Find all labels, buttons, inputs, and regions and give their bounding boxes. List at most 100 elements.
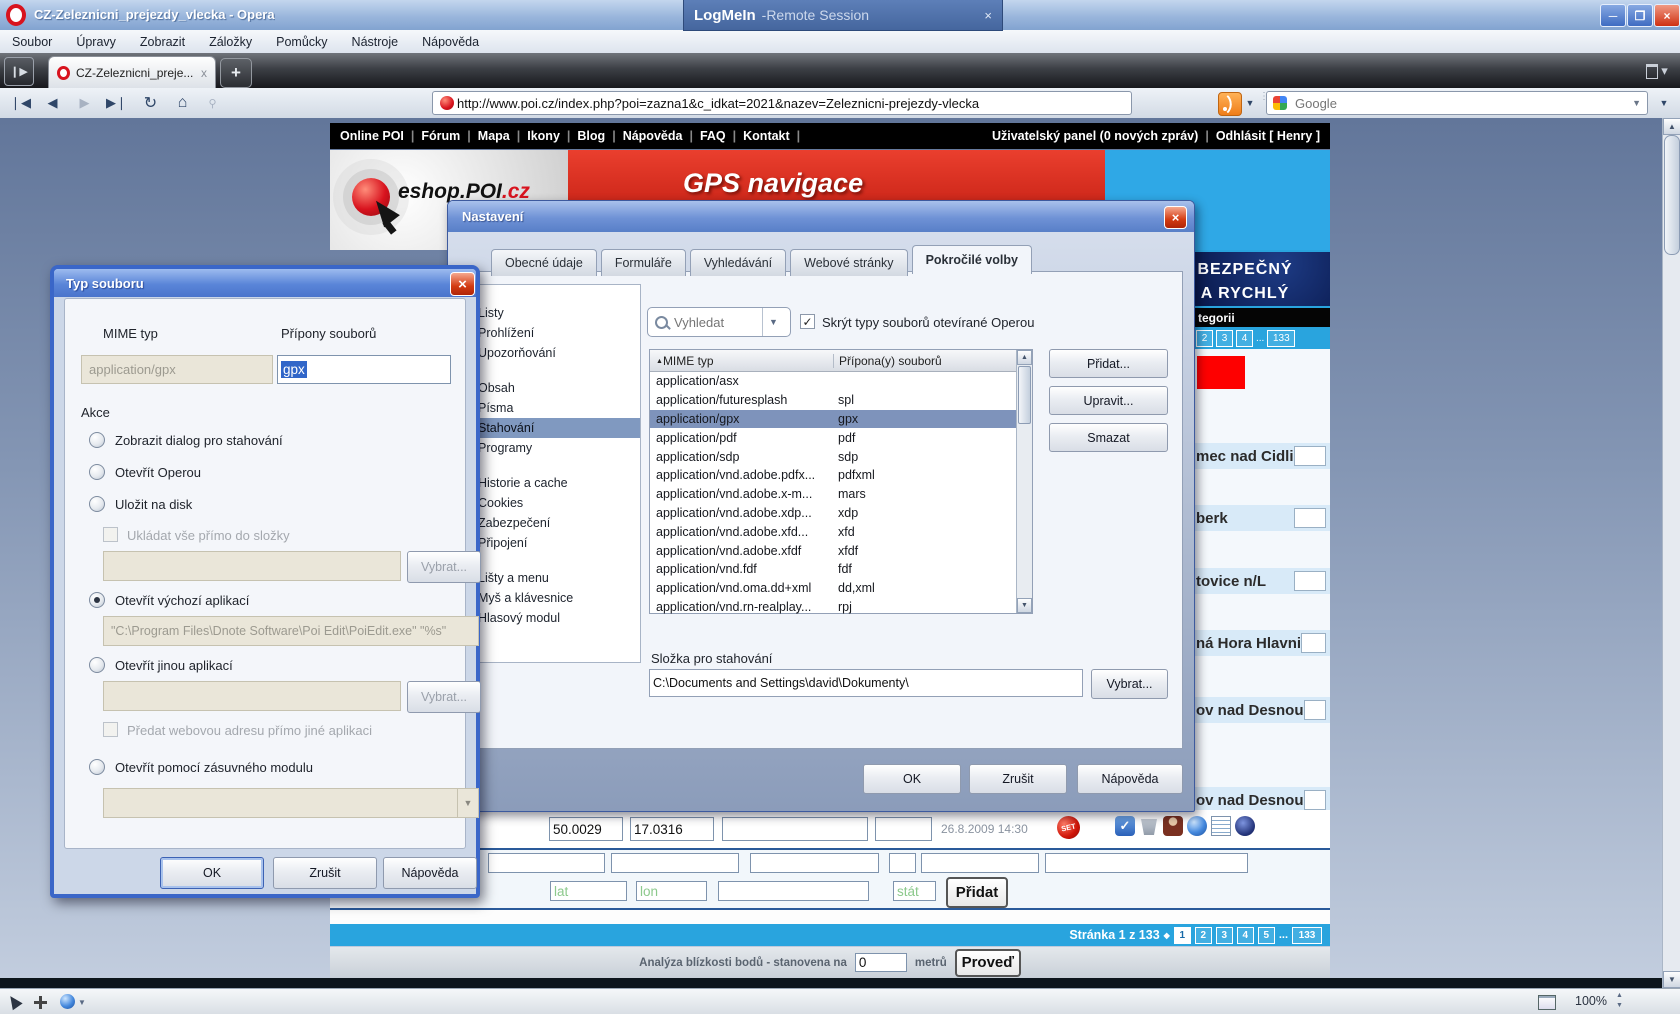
- napoveda-button[interactable]: Nápověda: [1077, 764, 1183, 794]
- page-link[interactable]: 3: [1216, 927, 1233, 944]
- nav-forum[interactable]: Fórum: [421, 129, 460, 143]
- lon-input[interactable]: [636, 881, 707, 901]
- nav-blog[interactable]: Blog: [577, 129, 605, 143]
- reload-button[interactable]: ↻: [138, 91, 163, 115]
- table-row[interactable]: application/vnd.adobe.pdfx...pdfxml: [650, 466, 1032, 485]
- search-input[interactable]: [1293, 95, 1626, 112]
- category-pisma[interactable]: Písma: [470, 398, 640, 418]
- table-row[interactable]: application/sdpsdp: [650, 447, 1032, 466]
- ok-button[interactable]: OK: [863, 764, 961, 794]
- filter-input[interactable]: [889, 853, 916, 873]
- page-current[interactable]: 1: [1174, 927, 1191, 944]
- category-listy[interactable]: Listy: [470, 303, 640, 323]
- code-input[interactable]: [875, 817, 932, 841]
- row-field[interactable]: [1304, 700, 1326, 720]
- table-row[interactable]: application/vnd.adobe.xfd...xfd: [650, 522, 1032, 541]
- page-link[interactable]: 5: [1258, 927, 1275, 944]
- fast-forward-button[interactable]: ▶❘: [104, 91, 129, 115]
- tab-obecne-udaje[interactable]: Obecné údaje: [491, 249, 597, 276]
- category-zabezpeceni[interactable]: Zabezpečení: [470, 513, 640, 533]
- scroll-down-icon[interactable]: ▼: [1017, 598, 1032, 613]
- home-button[interactable]: ⌂: [170, 91, 195, 115]
- rss-dropdown-icon[interactable]: ▼: [1242, 91, 1258, 115]
- folder-path-input[interactable]: [649, 669, 1083, 697]
- nav-mapa[interactable]: Mapa: [478, 129, 510, 143]
- closed-tabs-button[interactable]: ▾: [1640, 58, 1674, 84]
- nastaveni-close-icon[interactable]: ×: [1164, 206, 1187, 229]
- table-row[interactable]: application/vnd.oma.dd+xmldd,xml: [650, 579, 1032, 598]
- page-link[interactable]: 4: [1236, 330, 1253, 347]
- close-button[interactable]: ×: [1654, 4, 1680, 27]
- table-row[interactable]: application/vnd.rn-realplay...rpj: [650, 598, 1032, 617]
- note-icon[interactable]: [1211, 816, 1231, 836]
- table-row[interactable]: application/futuresplashspl: [650, 391, 1032, 410]
- globe-icon[interactable]: [60, 994, 75, 1009]
- nav-faq[interactable]: FAQ: [700, 129, 726, 143]
- zrusit-button[interactable]: Zrušit: [969, 764, 1067, 794]
- mime-search-input[interactable]: [668, 314, 762, 331]
- scroll-up-icon[interactable]: ▲: [1017, 350, 1032, 365]
- search-box[interactable]: ▼: [1266, 91, 1648, 115]
- tab-pokrocile-volby[interactable]: Pokročilé volby: [912, 245, 1032, 274]
- row-field[interactable]: [1294, 508, 1326, 528]
- table-row[interactable]: application/asx: [650, 372, 1032, 391]
- category-historie-a-cache[interactable]: Historie a cache: [470, 473, 640, 493]
- filter-input[interactable]: [921, 853, 1039, 873]
- filter-input[interactable]: [750, 853, 879, 873]
- radio-ulozit-na-disk[interactable]: [89, 496, 105, 512]
- settings-category-list[interactable]: Listy Prohlížení Upozorňování Obsah Písm…: [469, 284, 641, 663]
- scrollbar-thumb[interactable]: [1018, 366, 1031, 424]
- earth-icon[interactable]: [1187, 816, 1207, 836]
- category-cookies[interactable]: Cookies: [470, 493, 640, 513]
- tab-formulare[interactable]: Formuláře: [601, 249, 686, 276]
- mime-table[interactable]: ▲MIME typ Přípona(y) souborů application…: [649, 349, 1033, 614]
- nav-user-panel[interactable]: Uživatelský panel (0 nových zpráv): [992, 129, 1198, 143]
- category-hlasovy-modul[interactable]: Hlasový modul: [470, 608, 640, 628]
- analysis-input[interactable]: [855, 953, 907, 972]
- table-row[interactable]: application/vnd.adobe.xdp...xdp: [650, 504, 1032, 523]
- category-prohlizeni[interactable]: Prohlížení: [470, 323, 640, 343]
- new-name-input[interactable]: [718, 881, 869, 901]
- new-tab-button[interactable]: +: [220, 58, 252, 88]
- category-pripojeni[interactable]: Připojení: [470, 533, 640, 553]
- scroll-up-icon[interactable]: ▲: [1663, 118, 1680, 135]
- pripony-field[interactable]: gpx: [277, 355, 451, 384]
- zrusit-button[interactable]: Zrušit: [273, 857, 377, 889]
- menu-pomucky[interactable]: Pomůcky: [264, 31, 339, 53]
- panels-toggle-button[interactable]: ❙▶: [4, 57, 34, 86]
- nav-online-poi[interactable]: Online POI: [340, 129, 404, 143]
- pridat-button[interactable]: Přidat...: [1049, 349, 1168, 378]
- radio-jinou-aplikaci[interactable]: [89, 657, 105, 673]
- menu-upravy[interactable]: Úpravy: [64, 31, 128, 53]
- lat-input[interactable]: [550, 881, 627, 901]
- nav-napoveda[interactable]: Nápověda: [623, 129, 683, 143]
- upravit-button[interactable]: Upravit...: [1049, 386, 1168, 415]
- category-upozornovani[interactable]: Upozorňování: [470, 343, 640, 363]
- security-badge-icon[interactable]: ⚲: [200, 91, 225, 115]
- table-row[interactable]: application/pdfpdf: [650, 428, 1032, 447]
- pan-mode-icon[interactable]: [34, 996, 47, 1009]
- filter-input[interactable]: [488, 853, 605, 873]
- checkbox-predat-adresu[interactable]: [103, 722, 118, 737]
- smazat-button[interactable]: Smazat: [1049, 423, 1168, 452]
- scroll-down-icon[interactable]: ▼: [1663, 971, 1680, 988]
- rss-icon[interactable]: [1218, 92, 1242, 116]
- addressbar-overflow-icon[interactable]: ▼: [1654, 91, 1674, 115]
- row-field[interactable]: [1294, 446, 1326, 466]
- menu-zalozky[interactable]: Záložky: [197, 31, 264, 53]
- filter-input[interactable]: [1045, 853, 1248, 873]
- lon-value-input[interactable]: [630, 817, 714, 841]
- menu-soubor[interactable]: Soubor: [0, 31, 64, 53]
- map-icon[interactable]: [1235, 816, 1255, 836]
- analysis-run-button[interactable]: Proveď: [955, 949, 1021, 977]
- napoveda-button[interactable]: Nápověda: [383, 857, 477, 889]
- scrollbar-thumb[interactable]: [1664, 135, 1680, 255]
- table-row[interactable]: application/vnd.fdffdf: [650, 560, 1032, 579]
- search-dropdown-icon[interactable]: ▼: [1632, 98, 1641, 108]
- page-link[interactable]: 2: [1196, 330, 1213, 347]
- stat-input[interactable]: [893, 881, 936, 901]
- forward-button[interactable]: ▶: [72, 91, 97, 115]
- menu-napoveda[interactable]: Nápověda: [410, 31, 491, 53]
- radio-otevrit-operou[interactable]: [89, 464, 105, 480]
- minimize-button[interactable]: ─: [1600, 4, 1626, 27]
